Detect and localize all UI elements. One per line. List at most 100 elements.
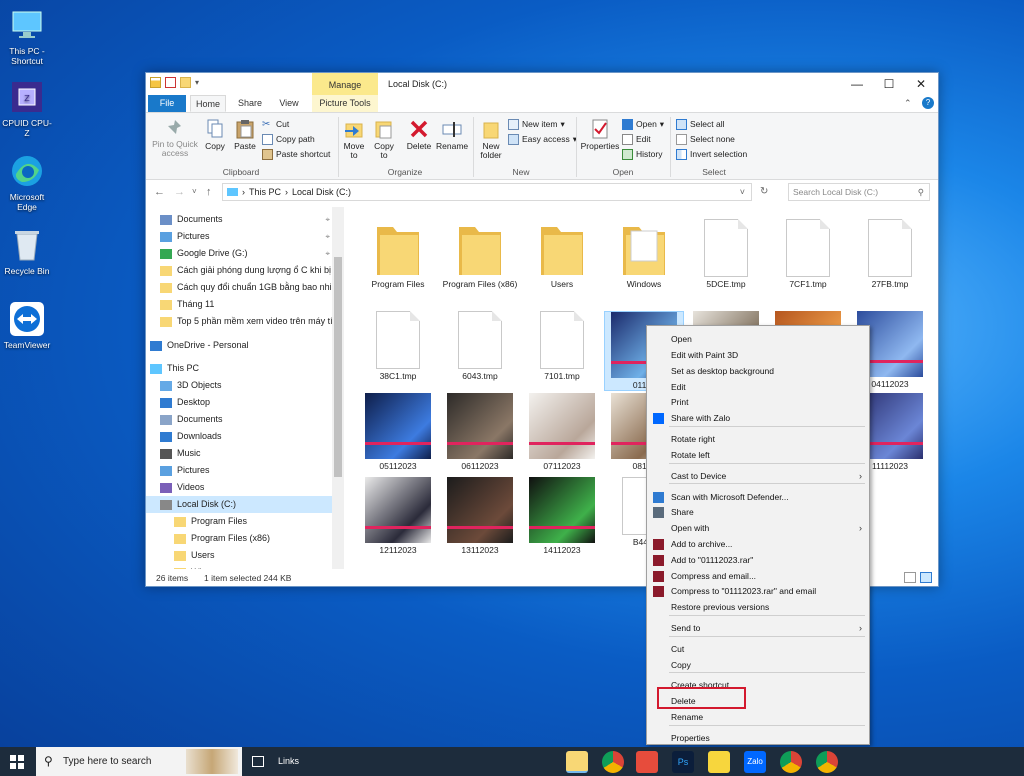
- properties-button[interactable]: Properties: [580, 119, 620, 151]
- desktop-icon-cpuz[interactable]: Z CPUID CPU-Z: [0, 78, 54, 138]
- nav-item[interactable]: Program Files: [146, 513, 332, 530]
- links-toolbar[interactable]: Links: [278, 747, 299, 776]
- image-file-item[interactable]: 13112023: [440, 477, 520, 555]
- minimize-button[interactable]: —: [840, 73, 874, 95]
- close-button[interactable]: ✕: [904, 73, 938, 95]
- nav-item[interactable]: 3D Objects: [146, 377, 332, 394]
- rename-button[interactable]: Rename: [436, 119, 468, 151]
- menu-item-rotate-left[interactable]: Rotate left: [647, 447, 869, 463]
- nav-item[interactable]: Cách quy đổi chuẩn 1GB bằng bao nhiê: [146, 279, 332, 296]
- file-item[interactable]: 7101.tmp: [522, 311, 602, 381]
- start-windows-icon[interactable]: [10, 755, 24, 769]
- ribbon-collapse-icon[interactable]: ⌃: [904, 98, 912, 109]
- menu-item-cut[interactable]: Cut: [647, 641, 869, 657]
- refresh-icon[interactable]: ↻: [760, 186, 768, 197]
- taskbar-search-box[interactable]: ⚲ Type here to search: [36, 747, 242, 776]
- store-taskbar-icon[interactable]: [636, 751, 658, 773]
- image-file-item[interactable]: 14112023: [522, 477, 602, 555]
- select-none-button[interactable]: Select none: [676, 132, 735, 146]
- nav-item[interactable]: Local Disk (C:): [146, 496, 332, 513]
- nav-item[interactable]: Cách giải phóng dung lượng ổ C khi bị: [146, 262, 332, 279]
- nav-item[interactable]: Documents ⌖: [146, 211, 332, 228]
- new-item-button[interactable]: New item ▾: [508, 117, 565, 131]
- tab-home[interactable]: Home: [190, 95, 226, 112]
- menu-item-edit[interactable]: Edit: [647, 379, 869, 395]
- help-icon[interactable]: ?: [922, 97, 934, 109]
- menu-item-edit-with-paint3d[interactable]: Edit with Paint 3D: [647, 347, 869, 363]
- paste-button[interactable]: Paste: [230, 119, 260, 151]
- address-dropdown-icon[interactable]: ˅: [740, 184, 745, 200]
- menu-item-set-as-desktop-background[interactable]: Set as desktop background: [647, 363, 869, 379]
- details-view-icon[interactable]: [904, 572, 916, 583]
- back-arrow-icon[interactable]: ←: [154, 186, 165, 198]
- folder-item[interactable]: Windows: [604, 219, 684, 289]
- desktop-icon-recycle-bin[interactable]: Recycle Bin: [0, 226, 54, 276]
- file-item[interactable]: 5DCE.tmp: [686, 219, 766, 289]
- tab-picture-tools[interactable]: Picture Tools: [312, 95, 378, 112]
- nav-item[interactable]: Downloads: [146, 428, 332, 445]
- file-item[interactable]: 7CF1.tmp: [768, 219, 848, 289]
- breadcrumb-local-disk[interactable]: Local Disk (C:): [292, 184, 351, 200]
- maximize-button[interactable]: ☐: [872, 73, 906, 95]
- image-file-item[interactable]: 12112023: [358, 477, 438, 555]
- photoshop-taskbar-icon[interactable]: Ps: [672, 751, 694, 773]
- chrome-profile-taskbar-icon[interactable]: [780, 751, 802, 773]
- new-folder-quick-icon[interactable]: [180, 77, 191, 88]
- large-icons-view-icon[interactable]: [920, 572, 932, 583]
- cut-button[interactable]: ✂ Cut: [262, 117, 289, 131]
- recent-locations-icon[interactable]: ˅: [192, 187, 197, 196]
- desktop-icon-edge[interactable]: Microsoft Edge: [0, 152, 54, 212]
- nav-item[interactable]: Pictures ⌖: [146, 228, 332, 245]
- folder-item[interactable]: Program Files (x86): [440, 219, 520, 289]
- menu-item-compress-to-rar-and-email[interactable]: Compress to "01112023.rar" and email: [647, 583, 869, 599]
- navigation-scrollbar[interactable]: [332, 207, 344, 569]
- image-file-item[interactable]: 07112023: [522, 393, 602, 471]
- menu-item-copy[interactable]: Copy: [647, 657, 869, 673]
- copy-path-button[interactable]: Copy path: [262, 132, 315, 146]
- menu-item-add-to-rar[interactable]: Add to "01112023.rar": [647, 552, 869, 568]
- menu-item-compress-and-email[interactable]: Compress and email...: [647, 568, 869, 584]
- folder-item[interactable]: Users: [522, 219, 602, 289]
- up-arrow-icon[interactable]: ↑: [206, 186, 212, 198]
- file-item[interactable]: 27FB.tmp: [850, 219, 930, 289]
- nav-item[interactable]: Desktop: [146, 394, 332, 411]
- menu-item-rotate-right[interactable]: Rotate right: [647, 431, 869, 447]
- menu-item-properties[interactable]: Properties: [647, 730, 869, 746]
- nav-item[interactable]: Videos: [146, 479, 332, 496]
- desktop-icon-teamviewer[interactable]: TeamViewer: [0, 300, 54, 350]
- properties-quick-icon[interactable]: [165, 77, 176, 88]
- easy-access-button[interactable]: Easy access ▾: [508, 132, 577, 146]
- nav-item[interactable]: Google Drive (G:) ⌖: [146, 245, 332, 262]
- tab-view[interactable]: View: [272, 95, 306, 112]
- select-all-button[interactable]: Select all: [676, 117, 725, 131]
- nav-item[interactable]: This PC: [146, 360, 332, 377]
- copy-button[interactable]: Copy: [202, 119, 228, 151]
- invert-selection-button[interactable]: Invert selection: [676, 147, 747, 161]
- file-item[interactable]: 38C1.tmp: [358, 311, 438, 381]
- breadcrumb-this-pc[interactable]: This PC: [249, 184, 281, 200]
- history-button[interactable]: History: [622, 147, 662, 161]
- desktop-icon-this-pc[interactable]: This PC - Shortcut: [0, 6, 54, 66]
- nav-item[interactable]: Tháng 11: [146, 296, 332, 313]
- menu-item-open[interactable]: Open: [647, 331, 869, 347]
- edit-button[interactable]: Edit: [622, 132, 651, 146]
- image-file-item[interactable]: 06112023: [440, 393, 520, 471]
- menu-item-add-to-archive[interactable]: Add to archive...: [647, 536, 869, 552]
- address-bar[interactable]: › This PC › Local Disk (C:) ˅: [222, 183, 752, 201]
- nav-item[interactable]: Pictures: [146, 462, 332, 479]
- menu-item-print[interactable]: Print: [647, 394, 869, 410]
- delete-button[interactable]: Delete: [404, 119, 434, 151]
- task-view-icon[interactable]: [252, 756, 264, 767]
- tab-file[interactable]: File: [148, 95, 186, 112]
- scroll-thumb[interactable]: [334, 257, 342, 477]
- nav-item[interactable]: Documents: [146, 411, 332, 428]
- menu-item-share-with-zalo[interactable]: Share with Zalo: [647, 410, 869, 426]
- copy-to-button[interactable]: Copy to: [370, 119, 398, 160]
- search-input[interactable]: Search Local Disk (C:) ⚲: [788, 183, 930, 201]
- file-item[interactable]: 6043.tmp: [440, 311, 520, 381]
- menu-item-scan-with-defender[interactable]: Scan with Microsoft Defender...: [647, 489, 869, 505]
- nav-item[interactable]: Users: [146, 547, 332, 564]
- customize-qat-icon[interactable]: ▾: [195, 77, 206, 88]
- nav-item[interactable]: Top 5 phần mềm xem video trên máy tí: [146, 313, 332, 330]
- sticky-notes-taskbar-icon[interactable]: [708, 751, 730, 773]
